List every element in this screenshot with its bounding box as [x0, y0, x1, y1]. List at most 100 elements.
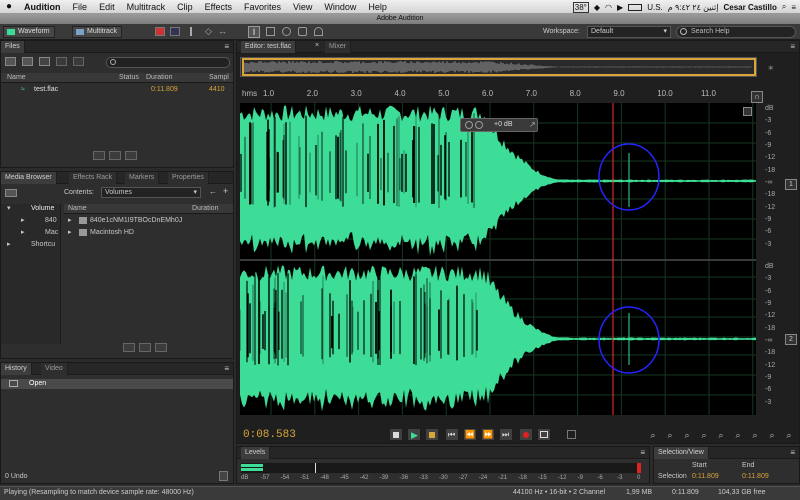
menu-file[interactable]: File — [67, 2, 94, 12]
volume-knob-icon[interactable] — [475, 121, 483, 129]
panel-menu-icon[interactable]: ≡ — [224, 42, 229, 51]
new-file-icon[interactable] — [39, 57, 50, 66]
tab-markers[interactable]: Markers — [125, 172, 160, 184]
menu-effects[interactable]: Effects — [199, 2, 238, 12]
tree-expand-icon[interactable]: ▸ — [7, 240, 11, 250]
tab-effects-rack[interactable]: Effects Rack — [69, 172, 118, 184]
pause-button[interactable] — [425, 428, 439, 441]
rewind-button[interactable]: ⏪ — [463, 428, 477, 441]
loop-icon[interactable] — [139, 343, 151, 352]
record-button[interactable] — [519, 428, 533, 441]
column-duration[interactable]: Duration — [192, 204, 218, 214]
go-to-start-button[interactable]: ⏮ — [445, 428, 459, 441]
file-row[interactable]: ≈ test.flac 0:11.809 4410 — [1, 85, 233, 95]
spotlight-icon[interactable]: ⌕ — [782, 2, 786, 12]
waveform-display[interactable]: +0 dB ↗ — [240, 103, 756, 415]
open-folder-icon[interactable] — [5, 57, 16, 66]
channel-2-toggle[interactable]: 2 — [785, 334, 797, 345]
workspace-select[interactable]: Default — [587, 26, 671, 38]
tab-files[interactable]: Files — [1, 41, 25, 53]
spectral-frequency-icon[interactable] — [155, 27, 165, 36]
zoom-in-point-icon[interactable]: ⌕ — [732, 429, 744, 441]
app-menu[interactable]: Audition — [18, 2, 67, 12]
fast-forward-button[interactable]: ⏩ — [481, 428, 495, 441]
files-search-input[interactable] — [106, 57, 230, 68]
wifi-icon[interactable]: ◠ — [605, 3, 612, 12]
play-icon[interactable] — [123, 343, 135, 352]
tree-item-840[interactable]: 840 — [45, 216, 57, 226]
play-button[interactable]: ▶ — [407, 428, 421, 441]
loop-icon[interactable] — [109, 151, 121, 160]
tree-item-mac[interactable]: Mac — [45, 228, 58, 238]
column-sample-rate[interactable]: Sampl — [209, 73, 229, 83]
user-name[interactable]: Cesar Castillo — [723, 3, 776, 12]
zoom-in-time-icon[interactable]: ⌕ — [681, 429, 693, 441]
menu-favorites[interactable]: Favorites — [238, 2, 287, 12]
clip-indicator[interactable] — [637, 463, 641, 473]
menu-clip[interactable]: Clip — [171, 2, 199, 12]
overview-strip[interactable] — [240, 57, 757, 77]
expand-icon[interactable]: ▸ — [68, 228, 72, 238]
input-language[interactable]: U.S. — [647, 3, 663, 12]
skip-silence-icon[interactable] — [567, 430, 576, 439]
menu-view[interactable]: View — [287, 2, 318, 12]
lasso-tool-icon[interactable] — [282, 27, 291, 36]
channel-1-toggle[interactable]: 1 — [785, 179, 797, 190]
tab-properties[interactable]: Properties — [168, 172, 209, 184]
slip-tool-icon[interactable]: ↔ — [218, 27, 227, 36]
tab-levels[interactable]: Levels — [241, 447, 271, 459]
marquee-tool-icon[interactable] — [266, 27, 275, 36]
close-icon[interactable]: × — [315, 42, 319, 49]
cpu-temp[interactable]: 38° — [572, 1, 589, 13]
waveform-button[interactable]: Waveform — [3, 26, 55, 38]
stop-button[interactable] — [389, 428, 403, 441]
menu-edit[interactable]: Edit — [93, 2, 121, 12]
pin-icon[interactable]: ↗ — [529, 120, 536, 129]
tree-expand-icon[interactable]: ▸ — [21, 228, 25, 238]
history-row[interactable]: Open — [1, 379, 233, 389]
insert-icon[interactable] — [73, 57, 84, 66]
zoom-in-amplitude-icon[interactable]: ⌕ — [647, 429, 659, 441]
zoom-out-full-icon[interactable]: ⌕ — [715, 429, 727, 441]
media-drive-icon[interactable] — [5, 189, 17, 197]
panel-menu-icon[interactable]: ≡ — [224, 364, 229, 373]
column-name[interactable]: Name — [7, 73, 26, 83]
time-ruler[interactable]: hms 1.0 2.0 3.0 4.0 5.0 6.0 7.0 8.0 9.0 10.0 11.0 — [240, 89, 756, 103]
loop-button[interactable] — [537, 428, 551, 441]
zoom-out-amplitude-icon[interactable]: ⌕ — [664, 429, 676, 441]
dropbox-icon[interactable]: ◆ — [594, 3, 600, 12]
column-name[interactable]: Name — [68, 204, 87, 214]
zoom-in-left-icon[interactable]: ⌕ — [749, 429, 761, 441]
menu-multitrack[interactable]: Multitrack — [121, 2, 172, 12]
notification-icon[interactable]: ≡ — [791, 3, 796, 12]
zoom-out-time-icon[interactable]: ⌕ — [698, 429, 710, 441]
media-row[interactable]: ▸ 840e1cNM1I9TBOcDnEMh0J — [64, 216, 233, 226]
clock[interactable]: إثنين ٢٤ ٩:٤٢ م — [668, 3, 719, 12]
zoom-lock-icon[interactable]: ✶ — [767, 63, 775, 74]
selection-end[interactable]: 0:11.809 — [742, 473, 769, 480]
current-time[interactable]: 0:08.583 — [243, 429, 296, 441]
zoom-in-right-icon[interactable]: ⌕ — [766, 429, 778, 441]
column-duration[interactable]: Duration — [146, 73, 172, 83]
go-to-end-button[interactable]: ⏭ — [499, 428, 513, 441]
media-row[interactable]: ▸ Macintosh HD — [64, 228, 233, 238]
add-shortcut-icon[interactable]: + — [223, 186, 228, 196]
expand-icon[interactable]: ▸ — [68, 216, 72, 226]
tab-video[interactable]: Video — [41, 363, 68, 375]
menu-help[interactable]: Help — [362, 2, 393, 12]
time-selection-tool-icon[interactable]: I — [248, 26, 260, 38]
tree-item-volumes[interactable]: Volume — [31, 204, 54, 214]
hud-volume[interactable]: +0 dB ↗ — [460, 118, 538, 132]
back-arrow-icon[interactable]: ← — [209, 187, 217, 196]
spot-healing-icon[interactable] — [314, 27, 323, 36]
close-file-icon[interactable] — [56, 57, 67, 66]
apple-menu-icon[interactable]: ● — [0, 1, 18, 12]
panel-menu-icon[interactable]: ≡ — [640, 448, 645, 457]
zoom-selection-icon[interactable]: ⌕ — [783, 429, 795, 441]
autoplay-icon[interactable] — [125, 151, 137, 160]
brush-tool-icon[interactable] — [298, 27, 307, 36]
move-tool-icon[interactable] — [190, 27, 199, 36]
import-icon[interactable] — [22, 57, 33, 66]
tab-selection-view[interactable]: Selection/View — [654, 447, 709, 459]
contents-select[interactable]: Volumes ▾ — [101, 187, 201, 198]
